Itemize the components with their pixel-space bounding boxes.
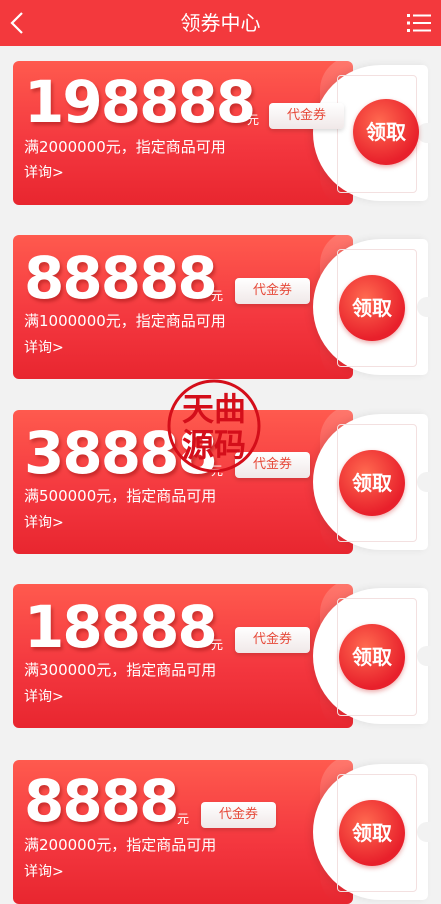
coupon-card: 8888 元 代金券 满200000元，指定商品可用 详询> 领取 <box>13 760 431 904</box>
coupon-type-tag: 代金券 <box>235 452 311 478</box>
list-menu-icon[interactable] <box>407 13 431 33</box>
claim-button[interactable]: 领取 <box>339 624 405 690</box>
page-title: 领券中心 <box>180 11 261 35</box>
coupon-type-tag: 代金券 <box>235 278 311 304</box>
coupon-type-tag: 代金券 <box>235 627 311 653</box>
coupon-condition: 满300000元，指定商品可用 <box>24 661 217 679</box>
coupon-detail-link[interactable]: 详询> <box>24 337 64 357</box>
coupon-type-tag: 代金券 <box>269 103 345 129</box>
coupon-amount: 88888 <box>24 244 218 312</box>
coupon-card: 38888 元 代金券 满500000元，指定商品可用 详询> 领取 <box>13 410 431 554</box>
coupon-amount: 38888 <box>24 419 218 487</box>
claim-button[interactable]: 领取 <box>339 800 405 866</box>
coupon-unit: 元 <box>211 638 224 652</box>
coupon-unit: 元 <box>177 812 190 826</box>
coupon-condition: 满1000000元，指定商品可用 <box>24 312 226 330</box>
claim-button[interactable]: 领取 <box>353 99 419 165</box>
coupon-detail-link[interactable]: 详询> <box>24 686 64 706</box>
coupon-card: 88888 元 代金券 满1000000元，指定商品可用 详询> 领取 <box>13 235 431 379</box>
coupon-type-tag: 代金券 <box>201 802 277 828</box>
claim-button[interactable]: 领取 <box>339 450 405 516</box>
coupon-unit: 元 <box>211 289 224 303</box>
coupon-unit: 元 <box>247 113 260 127</box>
coupon-amount: 8888 <box>24 767 179 835</box>
coupon-amount: 198888 <box>24 68 256 136</box>
coupon-card: 18888 元 代金券 满300000元，指定商品可用 详询> 领取 <box>13 584 431 728</box>
coupon-condition: 满2000000元，指定商品可用 <box>24 138 226 156</box>
coupon-unit: 元 <box>211 464 224 478</box>
coupon-card: 198888 元 代金券 满2000000元，指定商品可用 详询> 领取 <box>13 61 431 205</box>
coupon-detail-link[interactable]: 详询> <box>24 162 64 182</box>
claim-button[interactable]: 领取 <box>339 275 405 341</box>
coupon-detail-link[interactable]: 详询> <box>24 861 64 881</box>
top-header: 领券中心 <box>0 0 441 46</box>
coupon-detail-link[interactable]: 详询> <box>24 512 64 532</box>
coupon-condition: 满500000元，指定商品可用 <box>24 487 217 505</box>
coupon-amount: 18888 <box>24 593 218 661</box>
